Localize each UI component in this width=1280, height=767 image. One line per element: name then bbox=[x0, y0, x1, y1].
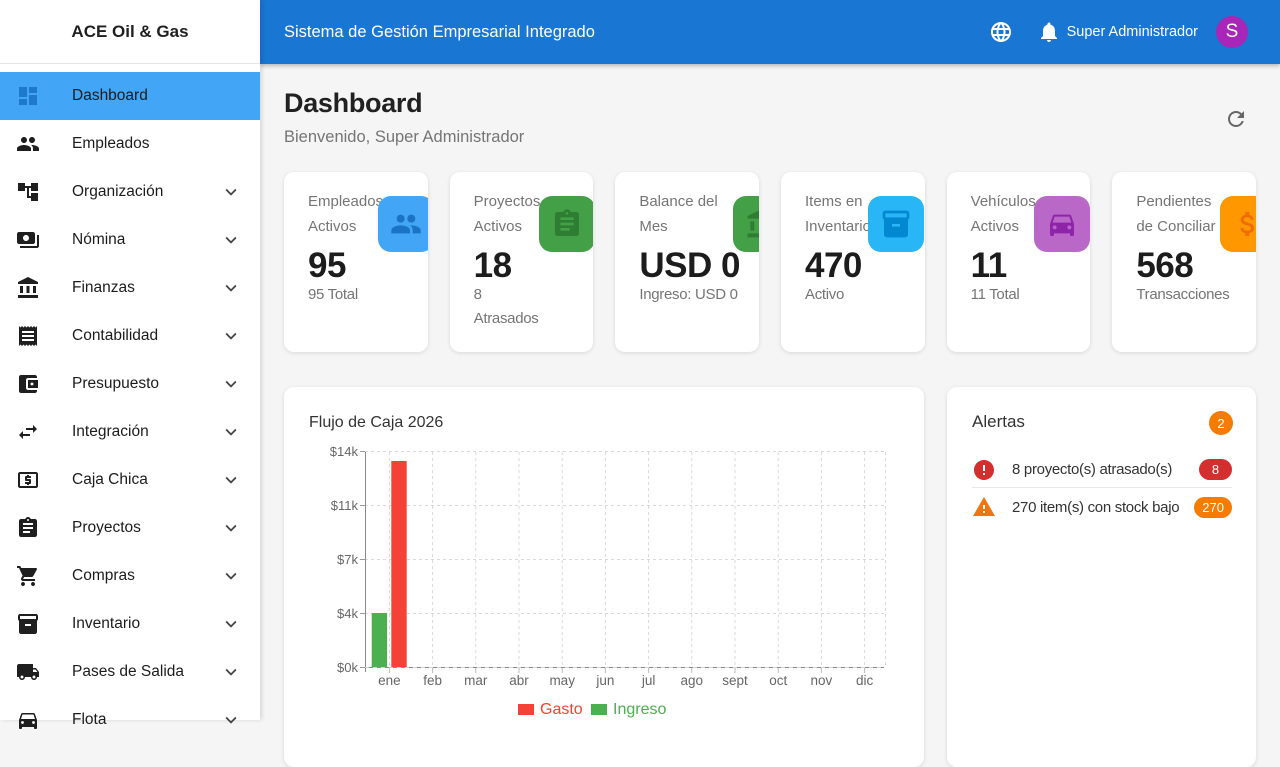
svg-text:jun: jun bbox=[595, 673, 614, 688]
svg-text:$11k: $11k bbox=[331, 498, 359, 513]
svg-text:jul: jul bbox=[641, 673, 656, 688]
svg-text:$7k: $7k bbox=[337, 552, 358, 567]
svg-text:$14k: $14k bbox=[330, 444, 359, 459]
svg-text:$4k: $4k bbox=[337, 606, 358, 621]
svg-text:Gasto: Gasto bbox=[540, 701, 583, 718]
svg-text:feb: feb bbox=[423, 673, 442, 688]
svg-text:sept: sept bbox=[722, 673, 748, 688]
svg-text:nov: nov bbox=[811, 673, 833, 688]
svg-text:oct: oct bbox=[769, 673, 787, 688]
svg-text:Ingreso: Ingreso bbox=[613, 701, 666, 718]
svg-text:$0k: $0k bbox=[337, 660, 358, 675]
svg-text:ene: ene bbox=[378, 673, 401, 688]
svg-text:mar: mar bbox=[464, 673, 488, 688]
svg-text:abr: abr bbox=[509, 673, 529, 688]
svg-text:dic: dic bbox=[856, 673, 874, 688]
svg-text:ago: ago bbox=[681, 673, 704, 688]
svg-text:may: may bbox=[549, 673, 575, 688]
